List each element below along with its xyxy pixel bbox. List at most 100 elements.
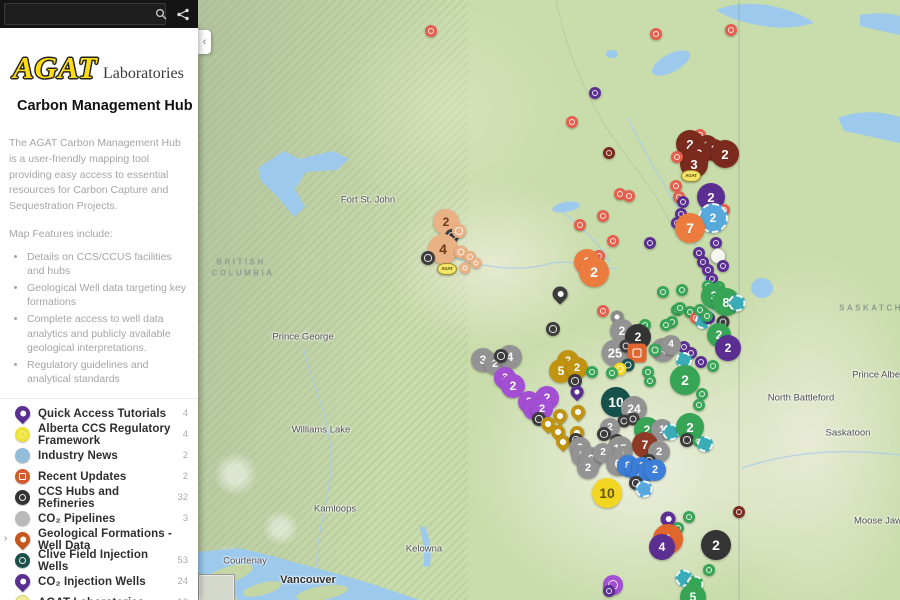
sidebar-item-quick-access-tutorials[interactable]: Quick Access Tutorials4 xyxy=(0,403,198,424)
layer-count: 2 xyxy=(183,450,198,461)
marker-count: 10 xyxy=(599,486,615,500)
map-marker[interactable] xyxy=(571,405,585,419)
map-marker[interactable]: 2 xyxy=(711,140,739,168)
map-marker[interactable]: AGAT xyxy=(681,170,701,182)
marker-count: 5 xyxy=(690,591,697,600)
sidebar-collapse-button[interactable]: ‹ xyxy=(198,30,211,54)
layer-count: 24 xyxy=(177,576,198,587)
map-marker[interactable] xyxy=(452,224,466,238)
map-marker[interactable] xyxy=(644,237,656,249)
share-icon[interactable] xyxy=(176,8,190,21)
map-marker[interactable]: 2 xyxy=(644,459,666,481)
map-marker[interactable] xyxy=(556,435,570,449)
search-input[interactable] xyxy=(5,8,155,20)
map-marker[interactable]: 10 xyxy=(592,478,622,508)
map-marker[interactable] xyxy=(676,284,688,296)
feature-item: Geological Well data targeting key forma… xyxy=(27,281,188,309)
map-marker[interactable] xyxy=(733,506,745,518)
map-marker[interactable] xyxy=(574,219,586,231)
map-marker[interactable]: 4 xyxy=(661,335,681,355)
map-marker[interactable] xyxy=(671,151,683,163)
marker-count: 2 xyxy=(707,191,714,204)
map-marker[interactable] xyxy=(707,360,719,372)
map-marker[interactable] xyxy=(693,399,705,411)
feature-item: Complete access to well data analytics a… xyxy=(27,312,188,355)
sidebar-item-clive-field-injection-wells[interactable]: Clive Field Injection Wells53 xyxy=(0,550,198,571)
map-marker[interactable] xyxy=(725,24,737,36)
map-marker[interactable] xyxy=(623,190,635,202)
map-marker[interactable] xyxy=(674,302,686,314)
map-marker[interactable] xyxy=(636,481,653,498)
map-pin-icon xyxy=(15,574,30,589)
map-marker[interactable] xyxy=(677,196,689,208)
sidebar-item-alberta-ccs-regulatory-framework[interactable]: Alberta CCS Regulatory Framework4 xyxy=(0,424,198,445)
map-marker[interactable] xyxy=(597,305,609,317)
map-marker[interactable] xyxy=(425,25,437,37)
map-marker[interactable] xyxy=(471,258,482,269)
sidebar-item-co-injection-wells[interactable]: CO₂ Injection Wells24 xyxy=(0,571,198,592)
map-marker[interactable] xyxy=(603,147,615,159)
map-marker[interactable]: 2 xyxy=(715,335,741,361)
map-marker[interactable] xyxy=(589,87,601,99)
search-box[interactable] xyxy=(4,3,166,25)
map-marker[interactable] xyxy=(553,409,567,423)
map-marker[interactable] xyxy=(703,564,715,576)
layer-count: 3 xyxy=(183,513,198,524)
map-marker[interactable] xyxy=(701,310,713,322)
map-marker[interactable] xyxy=(650,28,662,40)
expand-chevron-icon[interactable]: › xyxy=(4,533,7,544)
map-marker[interactable]: 7 xyxy=(675,213,705,243)
layer-circle-icon xyxy=(15,490,30,505)
map-marker[interactable] xyxy=(546,322,560,336)
marker-count: 2 xyxy=(725,342,732,354)
marker-count: 3 xyxy=(690,158,697,171)
agat-logo-sub: Laboratories xyxy=(103,65,184,82)
map-marker[interactable] xyxy=(649,344,662,357)
marker-count: 2 xyxy=(681,373,689,387)
marker-count: 2 xyxy=(635,331,642,343)
map-marker[interactable] xyxy=(460,263,471,274)
map-marker[interactable]: 2 xyxy=(670,365,700,395)
sidebar-item-recent-updates[interactable]: Recent Updates2 xyxy=(0,466,198,487)
map-marker[interactable]: 2 xyxy=(701,530,731,560)
map-marker[interactable] xyxy=(683,511,695,523)
marker-count: 2 xyxy=(656,447,662,458)
map-marker[interactable]: AGAT xyxy=(437,263,457,275)
map-marker[interactable] xyxy=(695,356,707,368)
sidebar-item-industry-news[interactable]: Industry News2 xyxy=(0,445,198,466)
map-marker[interactable]: 2 xyxy=(579,257,609,287)
map-marker[interactable] xyxy=(729,295,746,312)
marker-count: 4 xyxy=(659,541,666,553)
map-marker[interactable] xyxy=(553,287,568,302)
map-marker[interactable]: 4 xyxy=(649,534,675,560)
map-marker[interactable] xyxy=(603,585,615,597)
chevron-left-icon: ‹ xyxy=(203,36,207,48)
sidebar-item-geological-formations-well-data[interactable]: ›Geological Formations - Well Data xyxy=(0,529,198,550)
map-marker[interactable] xyxy=(421,251,435,265)
divider xyxy=(0,398,198,399)
map-marker[interactable] xyxy=(697,436,713,452)
sidebar-item-ccs-hubs-and-refineries[interactable]: CCS Hubs and Refineries32 xyxy=(0,487,198,508)
layer-label: CO₂ Injection Wells xyxy=(38,576,177,588)
sidebar-item-co-pipelines[interactable]: CO₂ Pipelines3 xyxy=(0,508,198,529)
map-marker[interactable] xyxy=(571,386,584,399)
sidebar: AGATLaboratories Carbon Management Hub T… xyxy=(0,28,198,600)
map-marker[interactable] xyxy=(717,260,729,272)
map-marker[interactable] xyxy=(607,235,619,247)
overview-inset-map[interactable] xyxy=(198,574,235,600)
map-marker[interactable] xyxy=(660,319,672,331)
map-marker[interactable] xyxy=(606,367,618,379)
map-marker[interactable] xyxy=(644,375,656,387)
marker-count: 2 xyxy=(600,448,606,458)
marker-count: 2 xyxy=(585,463,591,474)
sidebar-item-agat-laboratories[interactable]: AGATAGAT Laboratories16 xyxy=(0,592,198,600)
layer-count: 4 xyxy=(183,408,198,419)
map-marker[interactable] xyxy=(657,286,669,298)
map-marker[interactable] xyxy=(597,427,611,441)
map-marker[interactable] xyxy=(494,349,508,363)
map-marker[interactable] xyxy=(586,366,598,378)
search-icon[interactable] xyxy=(155,8,167,20)
map-marker[interactable] xyxy=(597,210,609,222)
layer-label: Quick Access Tutorials xyxy=(38,408,183,420)
map-marker[interactable] xyxy=(566,116,578,128)
